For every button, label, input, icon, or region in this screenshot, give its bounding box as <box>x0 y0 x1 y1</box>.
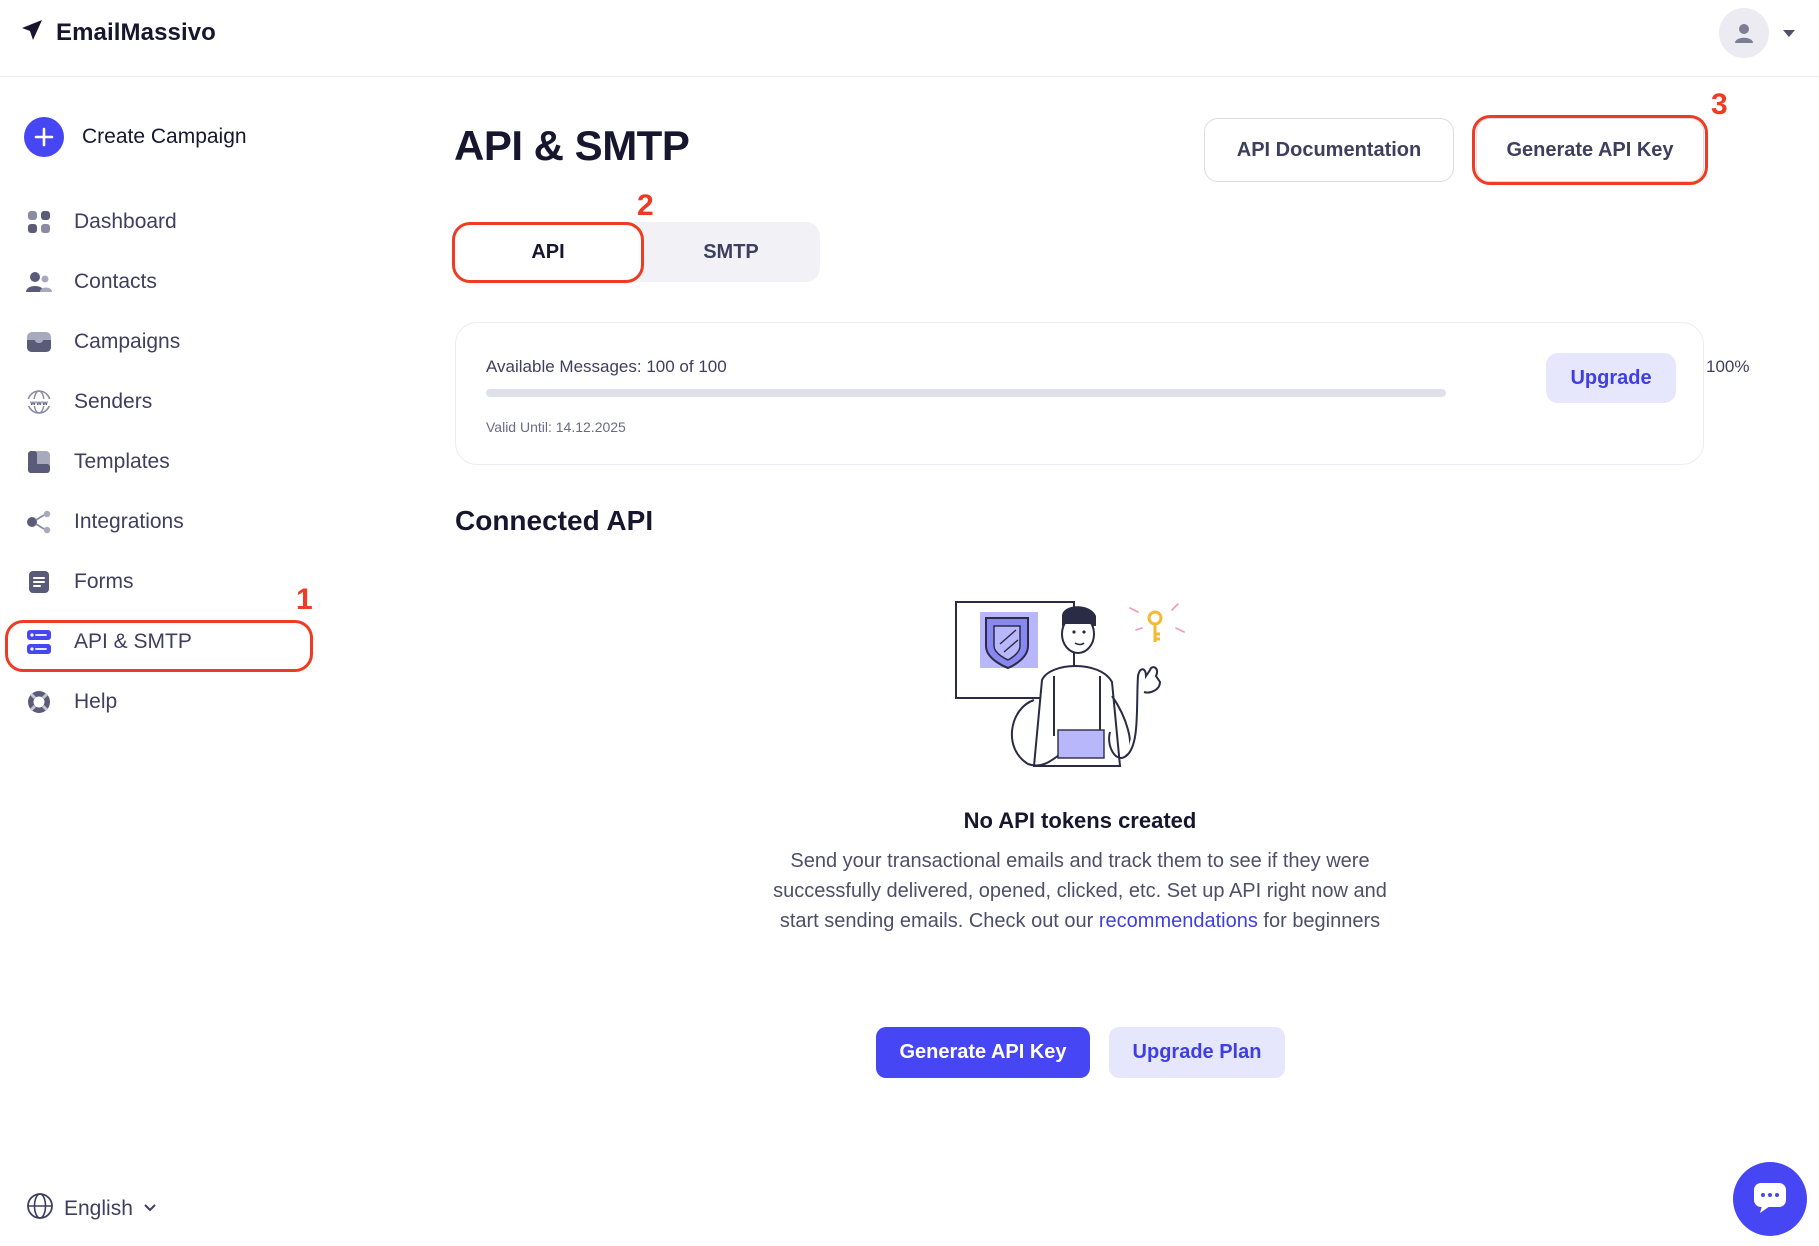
page-title: API & SMTP <box>454 122 690 169</box>
dashboard-icon <box>26 209 52 235</box>
server-icon <box>26 629 52 655</box>
sidebar-item-senders[interactable]: www Senders <box>0 372 320 432</box>
empty-state-title: No API tokens created <box>963 808 1197 833</box>
sidebar-item-label: Help <box>74 690 118 713</box>
globe-www-icon: www <box>26 389 52 415</box>
api-documentation-button[interactable]: API Documentation <box>1204 118 1454 182</box>
sidebar-item-api-smtp[interactable]: API & SMTP <box>0 612 320 672</box>
upgrade-plan-button[interactable]: Upgrade Plan <box>1109 1027 1285 1078</box>
sidebar-item-label: Forms <box>74 570 134 593</box>
upgrade-button[interactable]: Upgrade <box>1546 353 1676 403</box>
empty-state-text-after: for beginners <box>1257 910 1381 932</box>
chevron-down-icon[interactable] <box>1783 29 1795 37</box>
user-menu[interactable] <box>1719 8 1795 58</box>
lifebuoy-icon <box>26 689 52 715</box>
empty-state-description: Send your transactional emails and track… <box>760 846 1400 936</box>
brand[interactable]: EmailMassivo <box>20 18 216 47</box>
empty-state-illustration <box>950 596 1200 780</box>
sidebar-item-forms[interactable]: Forms <box>0 552 320 612</box>
annotation-number: 2 <box>637 189 654 222</box>
usage-progress-bar <box>486 389 1446 397</box>
sidebar-item-label: Templates <box>74 450 170 473</box>
recommendations-link[interactable]: recommendations <box>1099 910 1258 932</box>
contacts-icon <box>26 269 52 295</box>
tab-api[interactable]: API <box>454 222 642 282</box>
annotation-number: 1 <box>296 583 313 616</box>
top-bar: EmailMassivo <box>0 0 1819 77</box>
generate-api-key-button-top[interactable]: Generate API Key <box>1476 118 1704 182</box>
annotation-number: 3 <box>1711 88 1728 121</box>
user-icon <box>1735 24 1753 43</box>
sidebar-item-campaigns[interactable]: Campaigns <box>0 312 320 372</box>
send-arrow-icon <box>20 18 44 47</box>
generate-api-key-button[interactable]: Generate API Key <box>876 1027 1090 1078</box>
language-selector[interactable]: English <box>26 1192 157 1225</box>
sidebar-item-label: Contacts <box>74 270 157 293</box>
chat-bubble-icon <box>1752 1180 1788 1219</box>
integrations-icon <box>26 509 52 535</box>
sidebar-item-help[interactable]: Help <box>0 672 320 732</box>
sidebar-item-label: Campaigns <box>74 330 181 353</box>
sidebar-item-integrations[interactable]: Integrations <box>0 492 320 552</box>
globe-icon <box>26 1192 54 1225</box>
chat-widget-button[interactable] <box>1733 1162 1807 1236</box>
sidebar-item-label: Senders <box>74 390 153 413</box>
usage-percent: 100% <box>1706 357 1750 376</box>
usage-progress-fill <box>486 389 1446 397</box>
language-label: English <box>64 1196 133 1220</box>
avatar[interactable] <box>1719 8 1769 58</box>
create-campaign-button[interactable]: Create Campaign <box>24 117 247 157</box>
sidebar-item-templates[interactable]: Templates <box>0 432 320 492</box>
forms-icon <box>26 569 52 595</box>
svg-text:www: www <box>30 399 48 407</box>
valid-until: Valid Until: 14.12.2025 <box>486 419 626 435</box>
brand-name: EmailMassivo <box>56 18 216 46</box>
sidebar-item-label: Integrations <box>74 510 184 533</box>
chevron-down-icon <box>143 1200 157 1218</box>
usage-card: Available Messages: 100 of 100 100% Vali… <box>455 322 1749 465</box>
tab-smtp[interactable]: SMTP <box>642 222 820 282</box>
create-campaign-label: Create Campaign <box>82 125 247 148</box>
plus-icon <box>24 117 64 157</box>
tabs: API SMTP <box>454 222 820 282</box>
sidebar-item-label: API & SMTP <box>74 630 192 653</box>
sidebar-nav: Dashboard Contacts Campaigns www Senders… <box>0 192 320 732</box>
inbox-icon <box>26 329 52 355</box>
sidebar-item-label: Dashboard <box>74 210 177 233</box>
sidebar-item-dashboard[interactable]: Dashboard <box>0 192 320 252</box>
section-title: Connected API <box>455 505 654 536</box>
templates-icon <box>26 449 52 475</box>
sidebar-item-contacts[interactable]: Contacts <box>0 252 320 312</box>
available-messages: Available Messages: 100 of 100 <box>486 357 727 376</box>
